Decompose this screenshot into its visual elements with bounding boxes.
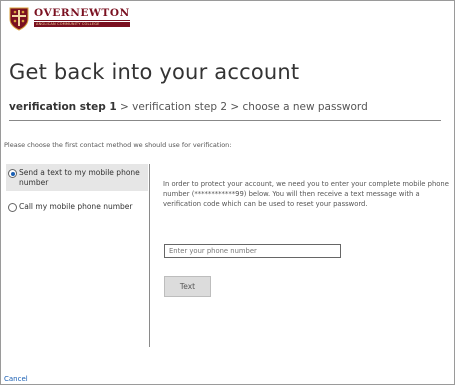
radio-unselected-icon[interactable] — [8, 203, 17, 212]
school-crest-icon — [9, 7, 29, 31]
breadcrumb-remaining-steps: > verification step 2 > choose a new pas… — [116, 101, 368, 113]
method-option-text[interactable]: Send a text to my mobile phone number — [6, 164, 148, 191]
school-name: OVERNEWTON — [34, 7, 130, 21]
verification-description: In order to protect your account, we nee… — [163, 180, 449, 208]
cancel-link[interactable]: Cancel — [4, 375, 28, 383]
radio-selected-icon[interactable] — [8, 169, 17, 178]
breadcrumb: verification step 1 > verification step … — [9, 101, 368, 113]
school-tagline: ANGLICAN COMMUNITY COLLEGE — [34, 22, 130, 27]
breadcrumb-current-step: verification step 1 — [9, 101, 117, 113]
instruction-text: Please choose the first contact method w… — [4, 141, 232, 149]
method-label-call: Call my mobile phone number — [19, 202, 133, 211]
page-title: Get back into your account — [9, 60, 300, 84]
password-reset-window: OVERNEWTON ANGLICAN COMMUNITY COLLEGE Ge… — [0, 0, 455, 385]
contact-method-list: Send a text to my mobile phone number Ca… — [6, 164, 148, 215]
breadcrumb-divider — [9, 120, 441, 121]
logo-wordmark: OVERNEWTON ANGLICAN COMMUNITY COLLEGE — [34, 7, 130, 27]
school-logo: OVERNEWTON ANGLICAN COMMUNITY COLLEGE — [9, 7, 130, 31]
phone-number-input[interactable] — [164, 244, 341, 258]
text-button[interactable]: Text — [164, 276, 211, 297]
method-option-call[interactable]: Call my mobile phone number — [6, 198, 148, 215]
method-label-text: Send a text to my mobile phone number — [19, 168, 140, 187]
vertical-divider — [149, 164, 150, 347]
